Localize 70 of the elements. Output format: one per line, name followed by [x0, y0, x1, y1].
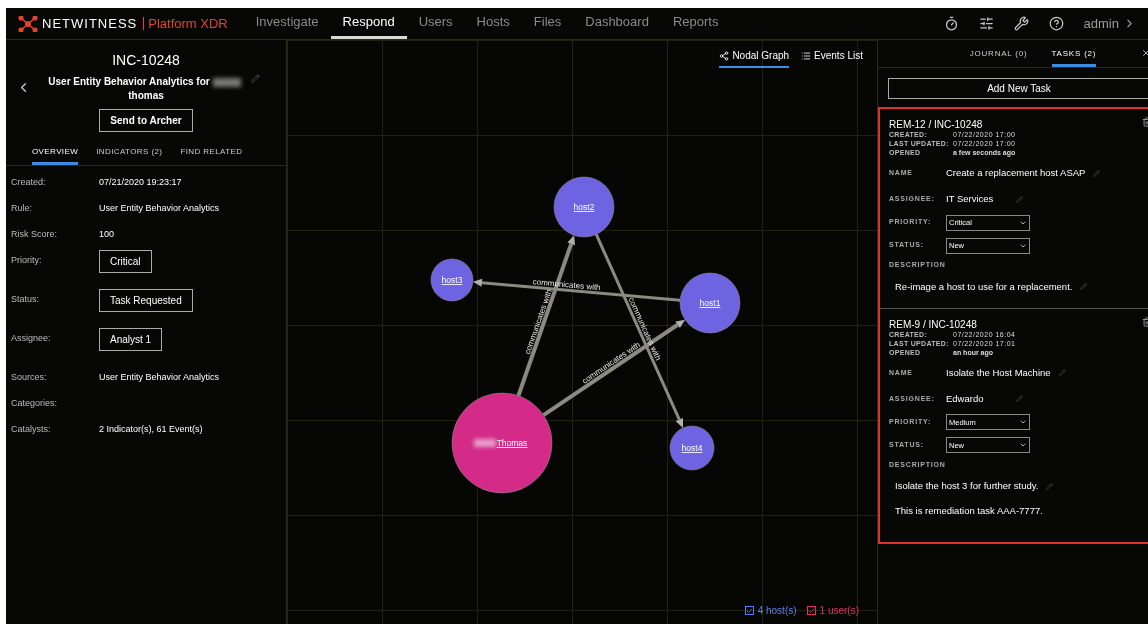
incident-id: INC-10248: [112, 51, 180, 70]
task-assignee: Edwardo: [946, 391, 985, 406]
sliders-icon[interactable]: [978, 16, 994, 31]
task-name: Create a replacement host ASAP: [946, 165, 1086, 180]
send-button[interactable]: Send to Archer: [99, 109, 193, 132]
field-value: User Entity Behavior Analytics: [99, 202, 220, 215]
product-name: Platform XDR: [143, 17, 228, 30]
tools-icon[interactable]: [1013, 16, 1029, 31]
panel-tab[interactable]: JOURNAL (0): [969, 48, 1028, 67]
timer-icon[interactable]: [943, 16, 959, 31]
field-label: Categories:: [11, 397, 59, 410]
node-label[interactable]: host2: [573, 202, 595, 212]
task-assignee: IT Services: [946, 191, 995, 206]
field-label: Status:: [11, 293, 40, 306]
legend-label: 1 user(s): [819, 604, 859, 618]
graph-node[interactable]: [669, 425, 715, 471]
view-tab[interactable]: Nodal Graph: [719, 48, 790, 68]
help-icon[interactable]: [1048, 16, 1064, 31]
field-button[interactable]: Task Requested: [99, 289, 193, 312]
nav-tab[interactable]: Dashboard: [573, 8, 661, 39]
nav-tab[interactable]: Hosts: [464, 8, 522, 39]
field-value: 07/21/2020 19:23:17: [99, 176, 182, 189]
nav-tab[interactable]: Investigate: [243, 8, 331, 39]
field-value: 100: [99, 228, 115, 241]
graph-node[interactable]: [451, 392, 553, 494]
section-tab[interactable]: INDICATORS (2): [96, 146, 163, 165]
field-button[interactable]: Analyst 1: [99, 328, 163, 351]
logo-icon: [18, 15, 38, 32]
field-button[interactable]: Critical: [99, 250, 152, 273]
node-label[interactable]: host3: [441, 275, 463, 285]
graph-icon: [719, 50, 730, 61]
legend-label: 4 host(s): [757, 604, 797, 618]
list-icon: [801, 50, 812, 61]
brand-name: NETWITNESS: [42, 14, 138, 33]
task-id: REM-9 / INC-10248: [889, 318, 978, 330]
graph-node[interactable]: [430, 258, 474, 302]
field-label: Assignee:: [11, 332, 52, 345]
graph-node[interactable]: [553, 176, 615, 238]
legend-checkbox[interactable]: [744, 606, 754, 615]
view-tab[interactable]: Events List: [801, 48, 863, 68]
description-text: Isolate the host 3 for further study.: [895, 479, 1039, 494]
graph-node[interactable]: [679, 272, 741, 334]
task-name: Isolate the Host Machine: [946, 365, 1051, 380]
node-label[interactable]: host4: [681, 443, 703, 453]
field-label: Risk Score:: [11, 228, 58, 241]
field-label: Priority:: [11, 254, 43, 267]
field-label: Rule:: [11, 202, 33, 215]
description-text: This is remediation task AAA-7777.: [895, 503, 1043, 518]
close-icon[interactable]: [1141, 48, 1148, 58]
field-label: Sources:: [11, 371, 48, 384]
field-value: User Entity Behavior Analytics: [99, 371, 220, 384]
redacted-mark: [212, 77, 241, 87]
nav-tab[interactable]: Files: [521, 8, 574, 39]
add-task-button[interactable]: Add New Task: [888, 78, 1148, 99]
node-label[interactable]: Thomas: [496, 438, 528, 448]
incident-title: User Entity Behavior Analytics for thomas: [48, 75, 244, 103]
section-tab[interactable]: OVERVIEW: [32, 146, 79, 165]
user-menu[interactable]: admin: [1083, 13, 1119, 34]
task-id: REM-12 / INC-10248: [889, 119, 984, 130]
field-label: Catalysts:: [11, 423, 52, 436]
panel-tab[interactable]: TASKS (2): [1051, 48, 1097, 67]
legend-checkbox[interactable]: [806, 606, 816, 615]
nav-tab[interactable]: Reports: [660, 8, 731, 39]
redacted-mark: [474, 439, 496, 447]
section-tab[interactable]: FIND RELATED: [180, 146, 243, 165]
nav-tab[interactable]: Users: [406, 8, 465, 39]
field-label: Created:: [11, 176, 47, 189]
field-value: 2 Indicator(s), 61 Event(s): [99, 423, 203, 436]
node-label[interactable]: host1: [699, 298, 721, 308]
description-text: Re-image a host to use for a replacement.: [895, 279, 1073, 294]
